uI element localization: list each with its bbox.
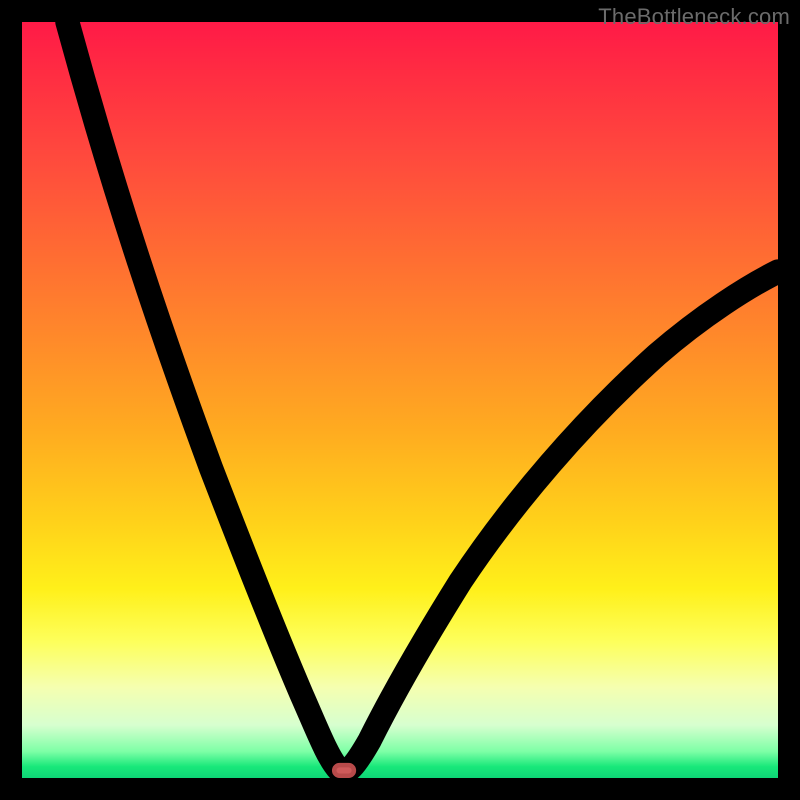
curve-overlay — [22, 22, 778, 778]
minimum-marker — [334, 765, 354, 776]
chart-frame: TheBottleneck.com — [0, 0, 800, 800]
plot-area — [22, 22, 778, 778]
bottleneck-curve — [67, 22, 778, 772]
watermark-text: TheBottleneck.com — [598, 4, 790, 30]
